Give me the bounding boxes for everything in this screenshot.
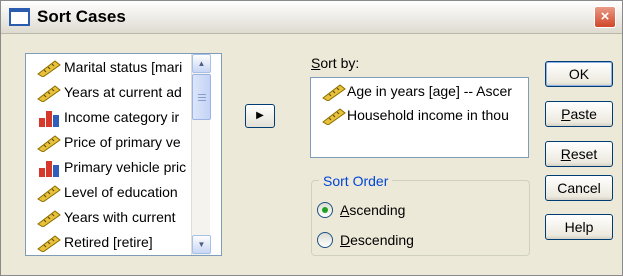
ascending-mnemonic: A [340, 202, 350, 218]
move-to-sort-button[interactable]: ▶ [245, 104, 275, 128]
window-icon [9, 8, 30, 26]
window-title: Sort Cases [37, 7, 126, 26]
sort-order-title: Sort Order [319, 173, 393, 189]
list-item-label: Price of primary ve [64, 134, 181, 150]
reset-button[interactable]: Reset [545, 141, 613, 167]
list-item-label: Age in years [age] -- Ascer [347, 83, 512, 99]
scroll-up-button[interactable]: ▲ [192, 54, 211, 73]
list-item-label: Level of education [64, 184, 178, 200]
ascending-radio[interactable] [317, 202, 333, 218]
ruler-icon [37, 85, 61, 102]
bar-chart-icon [39, 111, 59, 127]
sort-by-label: Sort by: [311, 55, 359, 71]
reset-label-rest: eset [570, 146, 598, 162]
ruler-icon [322, 108, 346, 125]
ruler-icon [37, 135, 61, 152]
ruler-icon [37, 185, 61, 202]
ascending-label-rest: scending [349, 202, 406, 218]
descending-label-rest: escending [350, 232, 414, 248]
grip-line [198, 97, 206, 98]
sort-by-mnemonic: S [311, 55, 321, 71]
ruler-icon [322, 84, 346, 101]
grip-line [198, 94, 206, 95]
sort-cases-dialog: Sort Cases × Marital status [mari Years … [0, 0, 623, 276]
grip-line [198, 100, 206, 101]
scroll-thumb[interactable] [192, 74, 211, 120]
sort-by-label-rest: ort by: [320, 55, 360, 71]
ascending-label: Ascending [340, 200, 405, 220]
ruler-icon [37, 235, 61, 252]
descending-label: Descending [340, 230, 414, 250]
reset-mnemonic: R [560, 146, 571, 162]
ruler-icon [37, 60, 61, 77]
ruler-icon [37, 210, 61, 227]
paste-button[interactable]: Paste [545, 101, 613, 127]
descending-radio[interactable] [317, 232, 333, 248]
ok-button[interactable]: OK [545, 61, 613, 87]
paste-label-rest: aste [570, 106, 597, 122]
radio-selected-dot [322, 207, 328, 213]
help-button[interactable]: Help [545, 214, 613, 240]
list-item-label: Years at current ad [64, 84, 182, 100]
descending-mnemonic: D [340, 232, 351, 248]
sort-by-list[interactable]: Age in years [age] -- Ascer Household in… [310, 77, 529, 158]
list-item-label: Retired [retire] [64, 234, 153, 250]
scroll-down-button[interactable]: ▼ [192, 235, 211, 254]
list-item-label: Income category ir [64, 109, 180, 125]
list-item-label: Years with current [64, 209, 176, 225]
bar-chart-icon [39, 161, 59, 177]
list-item-label: Marital status [mari [64, 59, 183, 75]
close-button[interactable]: × [594, 6, 616, 28]
list-scrollbar[interactable]: ▲ ▼ [191, 54, 211, 255]
list-item-label: Primary vehicle pric [64, 159, 187, 175]
list-item-label: Household income in thou [347, 107, 509, 123]
title-bar[interactable]: Sort Cases × [1, 1, 622, 34]
cancel-button[interactable]: Cancel [545, 175, 613, 201]
